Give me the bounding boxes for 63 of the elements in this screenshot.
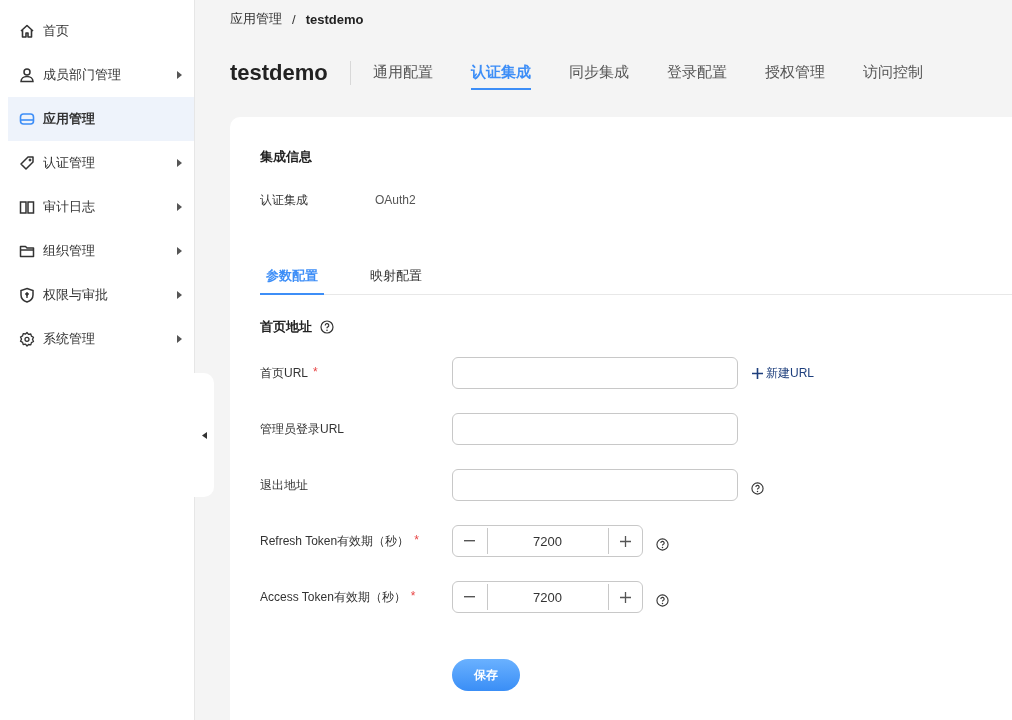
text-field[interactable] (452, 357, 738, 389)
sidebar-item[interactable]: 首页 (8, 9, 194, 53)
sidebar-item[interactable]: 组织管理 (8, 229, 194, 273)
number-stepper[interactable]: 7200 (452, 581, 643, 613)
sidebar-item[interactable]: 应用管理 (8, 97, 194, 141)
tab[interactable]: 授权管理 (764, 56, 825, 90)
expand-arrow-icon (177, 71, 182, 79)
tab[interactable]: 登录配置 (666, 56, 727, 90)
expand-arrow-icon (177, 203, 182, 211)
expand-arrow-icon (177, 335, 182, 343)
tab[interactable]: 访问控制 (862, 56, 923, 90)
required-mark: * (410, 588, 416, 605)
book-icon (19, 199, 35, 215)
sidebar-item[interactable]: 系统管理 (8, 317, 194, 361)
shield-icon (19, 287, 35, 303)
breadcrumb-item: testdemo (305, 11, 364, 27)
gear-icon (19, 331, 35, 347)
number-field[interactable]: 7200 (486, 528, 609, 554)
expand-arrow-icon (177, 291, 182, 299)
add-url-link[interactable]: 新建URL (752, 364, 814, 382)
drive-icon (19, 111, 35, 127)
number-stepper[interactable]: 7200 (452, 525, 643, 557)
required-mark: * (414, 532, 419, 549)
expand-arrow-icon (177, 159, 182, 167)
collapse-arrow-icon (201, 431, 207, 439)
info-value: OAuth2 (375, 193, 416, 207)
sidebar-item[interactable]: 成员部门管理 (8, 53, 194, 97)
help-icon[interactable] (656, 537, 669, 551)
section-title: 首页地址 (260, 318, 312, 336)
plus-icon (752, 367, 763, 379)
tab[interactable]: 同步集成 (568, 56, 629, 90)
help-icon[interactable] (656, 593, 669, 607)
collapse-handle[interactable] (194, 373, 214, 497)
app-title: testdemo (230, 60, 328, 86)
help-icon[interactable] (751, 481, 764, 495)
required-mark: * (313, 364, 318, 381)
breadcrumb-separator: / (292, 11, 296, 27)
expand-arrow-icon (177, 247, 182, 255)
text-field[interactable] (452, 413, 738, 445)
breadcrumb-item[interactable]: 应用管理 (230, 10, 282, 28)
plus-icon (619, 535, 631, 547)
tag-icon (19, 155, 35, 171)
info-label: 认证集成 (260, 191, 309, 209)
help-icon[interactable] (320, 320, 334, 334)
field-label: 退出地址 (260, 476, 309, 494)
folder-icon (19, 243, 35, 259)
field-label: Refresh Token有效期（秒） (260, 532, 410, 550)
minus-icon (464, 596, 476, 598)
tab[interactable]: 映射配置 (364, 267, 428, 295)
field-label: 首页URL (260, 364, 308, 382)
sidebar-item[interactable]: 认证管理 (8, 141, 194, 185)
field-label: Access Token有效期（秒） (260, 588, 406, 606)
minus-icon (464, 540, 476, 542)
number-field[interactable]: 7200 (486, 584, 609, 610)
person-icon (19, 67, 35, 83)
sidebar-item[interactable]: 审计日志 (8, 185, 194, 229)
sidebar-item[interactable]: 权限与审批 (8, 273, 194, 317)
field-label: 管理员登录URL (260, 420, 345, 438)
tab[interactable]: 通用配置 (372, 56, 433, 90)
text-field[interactable] (452, 469, 738, 501)
section-title: 集成信息 (260, 148, 313, 166)
plus-icon (619, 591, 631, 603)
home-icon (19, 23, 35, 39)
